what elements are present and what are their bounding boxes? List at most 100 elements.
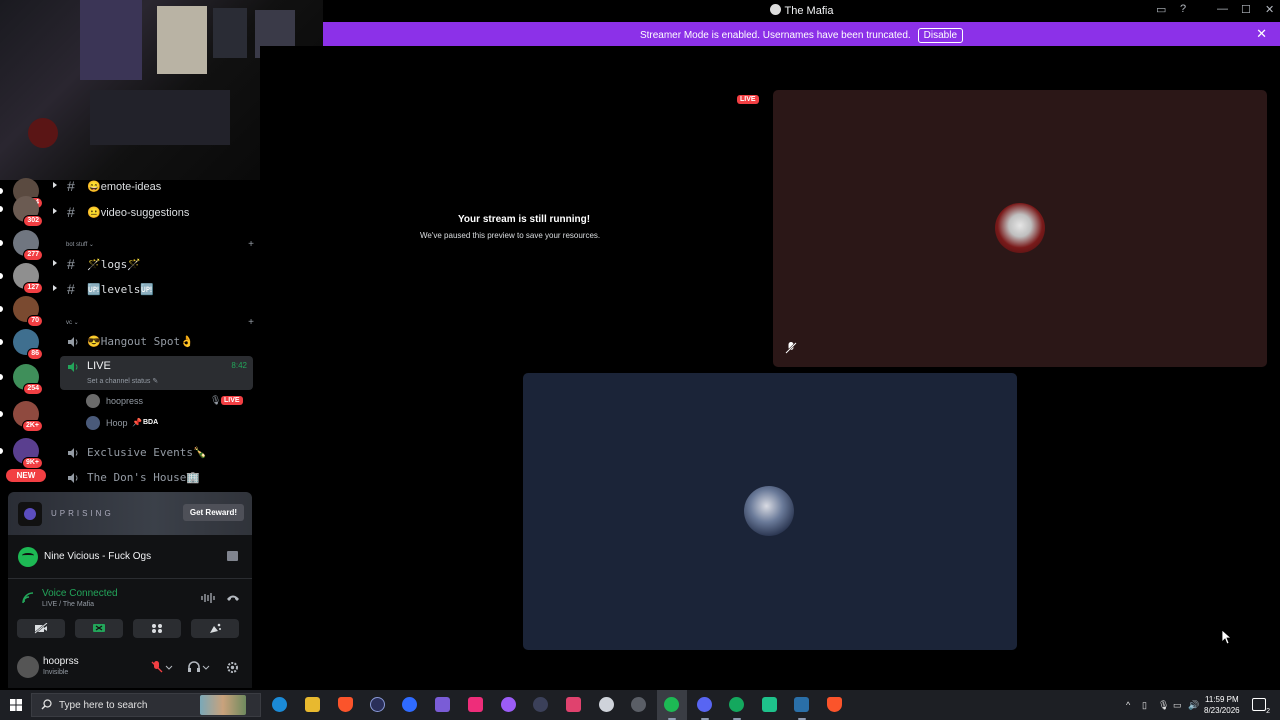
clock-time: 11:59 PM [1204, 695, 1239, 704]
user-status[interactable]: Invisible [43, 669, 68, 676]
server-icon[interactable]: 2K+ [0, 401, 43, 432]
server-icon[interactable]: 70 [0, 296, 43, 327]
speaker-icon [68, 362, 78, 372]
media-player-icon[interactable] [370, 697, 385, 712]
close-window-button[interactable]: ✕ [1265, 3, 1274, 16]
channel-logs[interactable]: # 🪄logs🪄 [53, 253, 253, 277]
voice-connected-label[interactable]: Voice Connected [42, 588, 118, 599]
notification-center-icon[interactable]: 2 [1252, 698, 1270, 715]
channel-name: 😎Hangout Spot👌 [87, 335, 194, 348]
voice-channel-path[interactable]: LIVE / The Mafia [42, 601, 94, 608]
hash-icon: # [67, 256, 75, 272]
mention-badge: 70 [27, 315, 43, 327]
server-icon[interactable]: 254 [0, 364, 43, 395]
add-channel-icon[interactable]: + [248, 239, 254, 250]
taskbar-search[interactable]: Type here to search [31, 693, 261, 717]
inbox-icon[interactable]: ▭ [1156, 3, 1166, 16]
get-reward-button[interactable]: Get Reward! [182, 504, 244, 521]
obs-icon[interactable] [631, 697, 646, 712]
instagram-icon[interactable] [566, 697, 581, 712]
tiktok-icon[interactable] [468, 697, 483, 712]
disable-button[interactable]: Disable [917, 28, 964, 43]
app-icon-purple[interactable] [501, 697, 516, 712]
discord-icon[interactable] [697, 697, 712, 712]
channel-name: 🆙levels🆙 [87, 283, 155, 296]
server-icon[interactable]: 86 [0, 329, 43, 360]
activities-button[interactable] [133, 619, 181, 638]
maximize-button[interactable]: ☐ [1241, 3, 1251, 16]
voice-channel-hangout[interactable]: 😎Hangout Spot👌 [60, 331, 253, 353]
voice-member[interactable]: Hoop 📌 BDA [84, 414, 254, 434]
speaker-icon [68, 448, 78, 458]
user-panel: Nine Vicious - Fuck Ogs Voice Connected … [8, 535, 252, 688]
settings-gear-icon[interactable] [226, 661, 239, 674]
screen-share-button[interactable] [75, 619, 123, 638]
help-icon[interactable]: ? [1180, 3, 1186, 15]
noise-suppression-icon[interactable] [201, 593, 215, 603]
spotify-icon [18, 547, 38, 567]
minimize-button[interactable]: — [1217, 3, 1228, 15]
disconnect-icon[interactable] [226, 593, 240, 603]
channel-levels[interactable]: # 🆙levels🆙 [53, 278, 253, 302]
xbox-icon[interactable] [729, 697, 744, 712]
avatar [995, 203, 1045, 253]
voice-member[interactable]: hoopress 🎙 LIVE [84, 392, 254, 412]
server-icon[interactable]: 277 [0, 230, 43, 261]
voice-timer: 8:42 [231, 361, 247, 370]
new-badge: NEW [6, 469, 46, 482]
banner-message: Streamer Mode is enabled. Usernames have… [639, 30, 911, 41]
channel-emote-ideas[interactable]: # 😄emote-ideas [53, 175, 253, 199]
connection-icon[interactable] [22, 592, 34, 604]
mouse-cursor-icon [1222, 630, 1232, 645]
close-icon[interactable]: ✕ [1256, 26, 1267, 42]
add-channel-icon[interactable]: + [248, 317, 254, 328]
server-icon[interactable]: 302 [0, 196, 43, 227]
obs-overlay-icon[interactable] [435, 697, 450, 712]
channel-video-suggestions[interactable]: # 😐video-suggestions [53, 201, 253, 225]
red-light [28, 118, 58, 148]
edge-icon[interactable] [272, 697, 287, 712]
microphone-icon[interactable]: 🎙 [1158, 700, 1169, 711]
activity-settings-icon[interactable] [227, 551, 238, 561]
hash-icon: # [67, 178, 75, 194]
spotify-taskbar-icon[interactable] [664, 697, 679, 712]
promo-banner: UPRISING Get Reward! [8, 492, 252, 535]
brave-alt-icon[interactable] [827, 697, 842, 712]
username[interactable]: hooprss [43, 656, 79, 667]
steam-icon[interactable] [794, 697, 809, 712]
voice-channel-exclusive-events[interactable]: Exclusive Events🍾 [60, 442, 253, 464]
category-bot-stuff[interactable]: bot stuff ⌄ [66, 241, 94, 248]
stream-tile-member[interactable] [523, 373, 1017, 650]
mic-muted-icon[interactable] [151, 661, 173, 673]
brave-icon[interactable] [338, 697, 353, 712]
server-icon[interactable]: 127 [0, 263, 43, 294]
poster-art [80, 0, 142, 80]
chevron-up-icon[interactable]: ^ [1126, 700, 1130, 710]
clock[interactable]: 11:59 PM 8/23/2026 [1204, 694, 1240, 716]
category-vc[interactable]: vc ⌄ [66, 319, 79, 326]
volume-icon[interactable]: 🔊 [1188, 700, 1199, 711]
channel-status[interactable]: Set a channel status ✎ [87, 377, 158, 385]
copilot-icon[interactable] [402, 697, 417, 712]
live-badge: LIVE [221, 396, 243, 405]
device-icon[interactable]: ▯ [1142, 700, 1147, 711]
server-icon[interactable]: 9K+ [0, 438, 43, 469]
camera-button[interactable] [17, 619, 65, 638]
server-icon [769, 4, 781, 15]
mic-muted-icon [785, 342, 797, 354]
soundboard-button[interactable] [191, 619, 239, 638]
app-icon-dark[interactable] [533, 697, 548, 712]
streamlabs-icon[interactable] [762, 697, 777, 712]
voice-channel-dons-house[interactable]: The Don's House🏢 [60, 467, 253, 489]
file-explorer-icon[interactable] [305, 697, 320, 712]
windows-start-icon[interactable] [10, 699, 22, 711]
category-label: bot stuff [66, 242, 88, 248]
headphones-icon[interactable] [188, 661, 210, 673]
network-icon[interactable]: ▭ [1173, 700, 1182, 711]
member-badge: BDA [143, 419, 159, 426]
steelseries-icon[interactable] [599, 697, 614, 712]
song-title[interactable]: Nine Vicious - Fuck Ogs [44, 551, 151, 562]
avatar[interactable] [17, 656, 39, 678]
stream-tile-user[interactable] [773, 90, 1267, 367]
voice-channel-live[interactable]: LIVE 8:42 Set a channel status ✎ [60, 356, 253, 390]
